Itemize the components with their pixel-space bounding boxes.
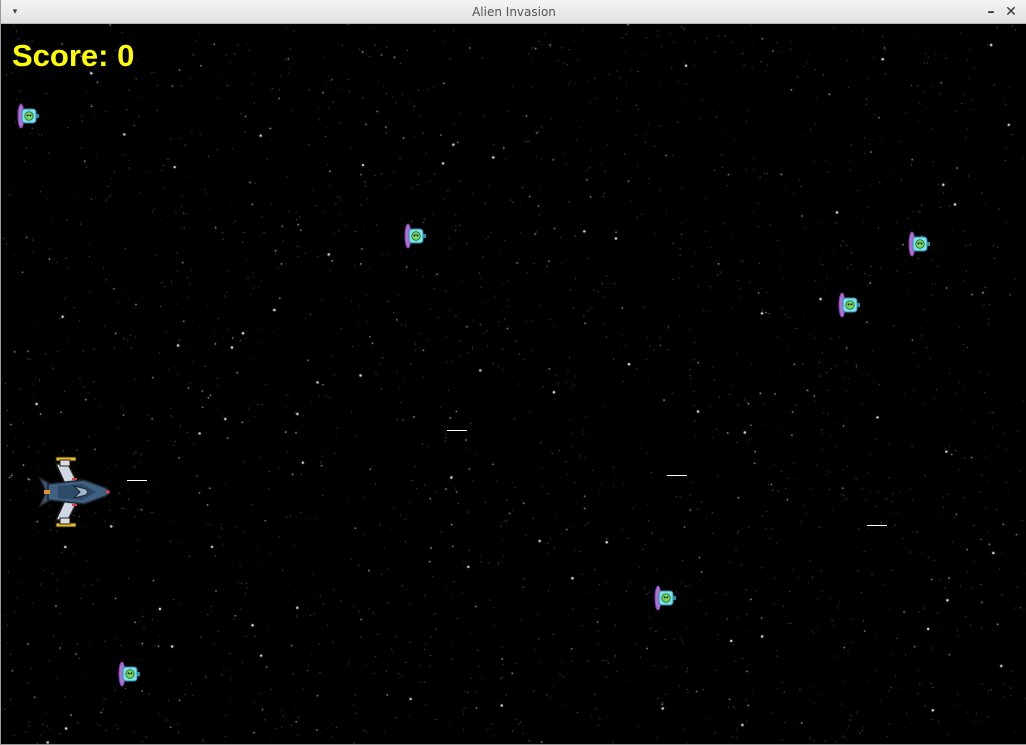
close-icon[interactable]: ✕: [1003, 4, 1019, 20]
bullet: [447, 430, 467, 431]
bullet: [867, 525, 887, 526]
title-bar[interactable]: ▾ Alien Invasion – ✕: [1, 0, 1026, 24]
game-canvas[interactable]: Score: 0: [2, 24, 1026, 744]
game-window: ▾ Alien Invasion – ✕ Score: 0: [0, 0, 1026, 745]
bullet: [127, 480, 147, 481]
bullet: [667, 475, 687, 476]
score-display: Score: 0: [12, 38, 135, 73]
player-ship-icon: [38, 456, 112, 528]
alien-ufo-icon: [654, 585, 676, 611]
window-title: Alien Invasion: [472, 5, 556, 19]
alien-ufo-icon: [838, 292, 860, 318]
starfield-background: [2, 24, 1026, 744]
alien-ufo-icon: [118, 661, 140, 687]
alien-ufo-icon: [404, 223, 426, 249]
minimize-icon[interactable]: –: [983, 4, 999, 20]
alien-ufo-icon: [908, 231, 930, 257]
alien-ufo-icon: [17, 103, 39, 129]
